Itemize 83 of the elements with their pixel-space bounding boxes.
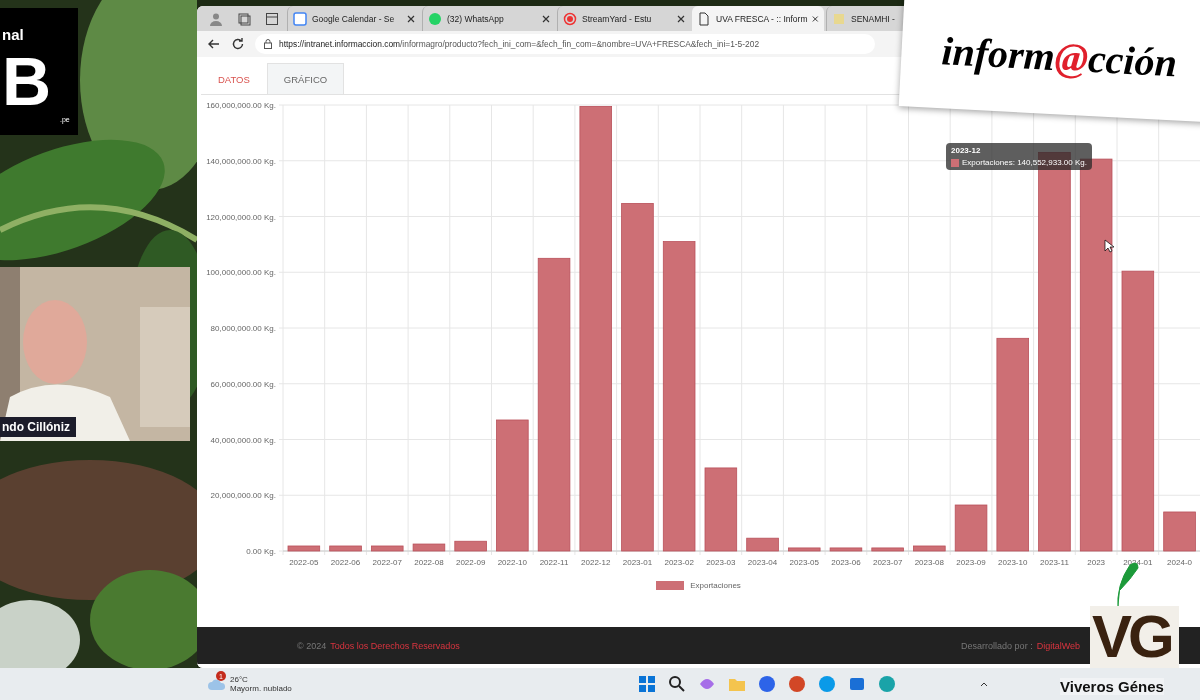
- axis-label: 160,000,000.00 Kg.: [206, 101, 276, 110]
- profile-icon[interactable]: [209, 11, 223, 26]
- document-icon: [697, 11, 711, 26]
- axis-label: 2022-06: [330, 558, 361, 567]
- bar: [788, 547, 821, 552]
- bar: [954, 504, 988, 552]
- legend-swatch: [656, 580, 685, 590]
- axis-label: 2022-08: [414, 558, 444, 567]
- call-app-icon[interactable]: [816, 674, 837, 694]
- axis-label: 2023: [1087, 558, 1106, 567]
- axis-label: 2024-0: [1167, 558, 1192, 567]
- axis-label: 2022-10: [497, 558, 528, 567]
- axis-label: 2022-05: [289, 558, 319, 567]
- search-icon[interactable]: [666, 674, 687, 694]
- tab-list-icon[interactable]: [265, 11, 279, 26]
- footer-link[interactable]: Todos los Derechos Reservados: [330, 640, 460, 651]
- footer-link[interactable]: DigitalWeb: [1036, 640, 1080, 651]
- axis-label: 2022-07: [372, 558, 402, 567]
- cursor-icon: [1104, 239, 1115, 253]
- calendar-icon: [293, 11, 307, 26]
- axis-label: 140,000,000.00 Kg.: [206, 156, 276, 166]
- legend-label: Exportaciones: [690, 580, 741, 590]
- bar: [371, 545, 404, 552]
- back-icon[interactable]: [207, 37, 221, 51]
- lock-icon: [263, 39, 273, 49]
- chat-icon: [428, 11, 442, 26]
- bar: [746, 537, 779, 552]
- axis-label: 2023-02: [664, 558, 694, 567]
- axis-label: 2023-06: [831, 558, 861, 567]
- axis-label: 0.00 Kg.: [246, 547, 276, 556]
- windows-icon[interactable]: [636, 674, 657, 694]
- cloud-icon: [208, 677, 226, 691]
- axis-label: 2022-12: [581, 558, 611, 567]
- record-icon: [563, 11, 577, 26]
- axis-label: 60,000,000.00 Kg.: [210, 379, 276, 389]
- axis-label: 2023-09: [956, 558, 986, 567]
- bar: [871, 547, 904, 552]
- axis-label: 120,000,000.00 Kg.: [206, 212, 276, 222]
- tooltip-title: 2023-12: [951, 146, 982, 155]
- page-tab[interactable]: DATOS: [201, 63, 267, 94]
- close-icon[interactable]: [407, 14, 415, 23]
- bar: [329, 545, 362, 552]
- axis-label: 20,000,000.00 Kg.: [210, 491, 276, 501]
- close-icon[interactable]: [542, 14, 550, 23]
- bar: [1163, 511, 1196, 552]
- axis-label: 2023-04: [747, 558, 778, 567]
- browser-app-icon[interactable]: [876, 674, 897, 694]
- video-app-icon[interactable]: [756, 674, 777, 694]
- reload-icon[interactable]: [231, 37, 245, 51]
- axis-label: 100,000,000.00 Kg.: [206, 268, 276, 278]
- presentation-app-icon[interactable]: [786, 674, 807, 694]
- close-icon[interactable]: [812, 14, 819, 23]
- axis-label: 2023-10: [998, 558, 1028, 567]
- close-icon[interactable]: [677, 14, 685, 23]
- axis-label: 2022-11: [539, 558, 569, 567]
- axis-label: 40,000,000.00 Kg.: [210, 435, 276, 445]
- bar: [829, 547, 863, 552]
- axis-label: 2022-09: [455, 558, 486, 567]
- bar: [913, 545, 946, 552]
- weather-text: Mayorm. nublado: [230, 684, 292, 693]
- address-field[interactable]: https://intranet.informaccion.com/informagro/producto?fech_ini_com=&fech_fin_com=&nombre=UVA+FRESCA&fech_ini=1-5-202: [255, 34, 875, 54]
- page-tab[interactable]: GRÁFICO: [266, 63, 345, 94]
- bar: [454, 540, 487, 552]
- axis-label: 2023-01: [622, 558, 653, 567]
- site-icon: [832, 11, 846, 26]
- bar: [287, 545, 321, 552]
- axis-label: 2023-03: [706, 558, 736, 567]
- bar: [412, 543, 446, 552]
- logo-mark: VG: [1090, 606, 1179, 668]
- copyright-text: © 2024: [297, 640, 327, 651]
- axis-label: 2023-11: [1040, 558, 1069, 567]
- axis-label: 2024-01: [1123, 558, 1153, 567]
- temperature-text: 26°C: [230, 675, 249, 684]
- axis-label: 2023-08: [914, 558, 945, 567]
- credit-text: Desarrollado por :: [961, 640, 1033, 651]
- workspaces-icon[interactable]: [237, 11, 251, 26]
- axis-label: 80,000,000.00 Kg.: [210, 324, 276, 333]
- browser-tab[interactable]: UVA FRESCA - :: Inform: [692, 6, 824, 31]
- tooltip-text: Exportaciones: 140,552,933.00 Kg.: [951, 158, 1087, 167]
- axis-label: 2023-05: [789, 558, 819, 567]
- logo-text: Viveros Génes: [1060, 678, 1164, 695]
- axis-label: 2023-07: [872, 558, 903, 567]
- brand-logo: inform@cción: [940, 27, 1179, 87]
